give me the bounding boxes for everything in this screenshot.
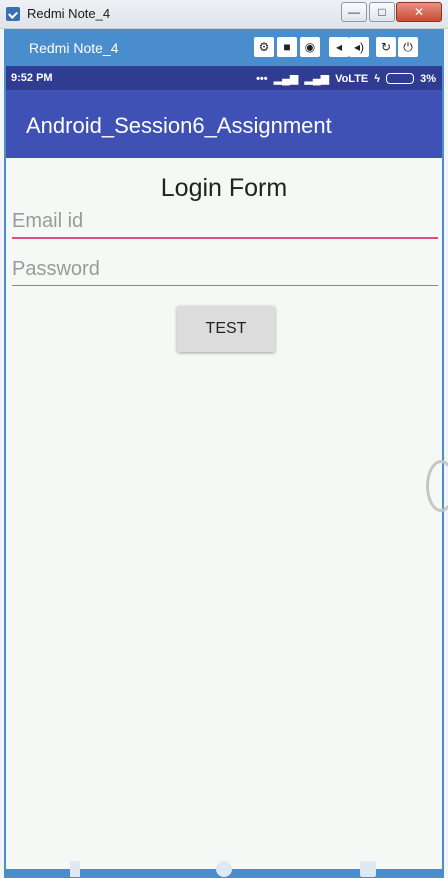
rotate-icon[interactable]: ↻ xyxy=(376,37,396,57)
window-title: Redmi Note_4 xyxy=(27,6,111,21)
gear-icon[interactable]: ⚙ xyxy=(254,37,274,57)
battery-percent: 3% xyxy=(420,72,436,85)
status-time: 9:52 PM xyxy=(11,72,53,84)
back-icon[interactable] xyxy=(70,861,80,877)
signal-2-icon: ▂▄▆ xyxy=(304,73,330,85)
test-button[interactable]: TEST xyxy=(177,306,275,352)
navigation-bar xyxy=(4,861,444,878)
device-frame: Redmi Note_4 ⚙ ■ ◉ ◂ ◂) ↻ ⏻ 9:52 PM ••• … xyxy=(4,29,448,878)
signal-icon: ▂▄▆ xyxy=(273,73,299,85)
volume-down-icon[interactable]: ◂ xyxy=(329,37,349,57)
minimize-button[interactable]: — xyxy=(341,2,367,22)
status-bar: 9:52 PM ••• ▂▄▆ ▂▄▆ VoLTE ϟ 3% xyxy=(6,66,442,90)
form-title: Login Form xyxy=(160,174,288,202)
close-button[interactable]: ✕ xyxy=(396,2,442,22)
charging-icon: ϟ xyxy=(374,72,381,85)
refresh-indicator xyxy=(426,460,448,512)
more-dots-icon: ••• xyxy=(256,72,268,85)
maximize-button[interactable]: □ xyxy=(369,2,395,22)
window-titlebar: Redmi Note_4 — □ ✕ xyxy=(0,0,448,29)
camera-icon[interactable]: ◉ xyxy=(300,37,320,57)
app-window-icon[interactable] xyxy=(6,7,20,21)
login-form: Login Form TEST xyxy=(6,158,448,869)
status-indicators: ••• ▂▄▆ ▂▄▆ VoLTE ϟ 3% xyxy=(256,72,436,86)
recents-icon[interactable] xyxy=(360,861,376,877)
email-input[interactable] xyxy=(12,205,438,239)
password-input[interactable] xyxy=(12,253,438,286)
app-title: Android_Session6_Assignment xyxy=(26,113,332,138)
device-name: Redmi Note_4 xyxy=(29,40,119,56)
network-type: VoLTE xyxy=(335,72,369,85)
phone-screen: 9:52 PM ••• ▂▄▆ ▂▄▆ VoLTE ϟ 3% Android_S… xyxy=(6,66,448,869)
power-icon[interactable]: ⏻ xyxy=(398,37,418,57)
device-toolbar: Redmi Note_4 ⚙ ■ ◉ ◂ ◂) ↻ ⏻ xyxy=(4,29,444,66)
app-bar: Android_Session6_Assignment xyxy=(6,90,442,158)
home-icon[interactable] xyxy=(216,861,232,877)
volume-up-icon[interactable]: ◂) xyxy=(349,37,369,57)
video-icon[interactable]: ■ xyxy=(277,37,297,57)
battery-icon xyxy=(386,73,415,84)
